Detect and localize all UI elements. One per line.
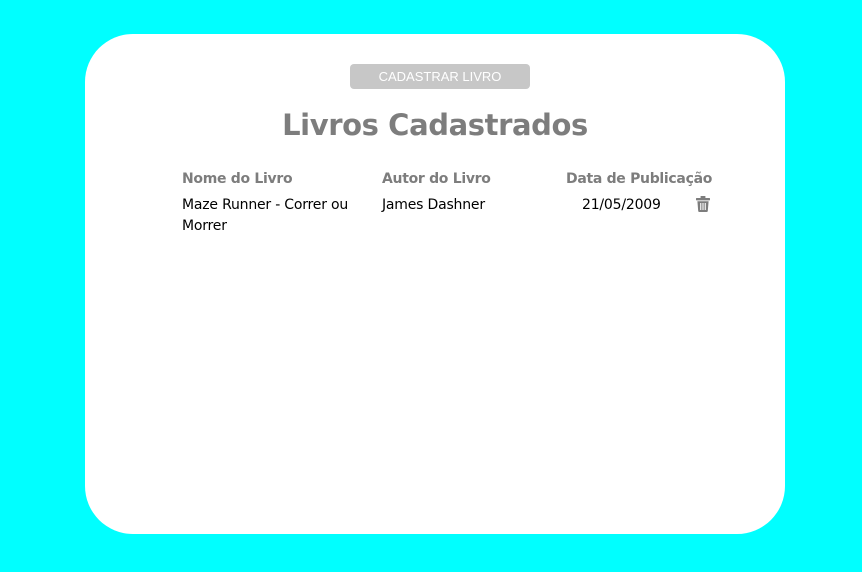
table-row: Maze Runner - Correr ou Morrer James Das… (182, 195, 722, 245)
trash-icon[interactable] (696, 196, 710, 212)
page-title: Livros Cadastrados (282, 108, 588, 142)
column-header-name: Nome do Livro (182, 171, 293, 187)
book-author-cell: James Dashner (382, 197, 485, 213)
books-card: CADASTRAR LIVRO Livros Cadastrados Nome … (85, 34, 785, 534)
column-header-date: Data de Publicação (566, 171, 713, 187)
book-name-cell: Maze Runner - Correr ou Morrer (182, 197, 349, 234)
column-header-author: Autor do Livro (382, 171, 491, 187)
add-book-button[interactable]: CADASTRAR LIVRO (350, 64, 530, 89)
book-date-cell: 21/05/2009 (582, 197, 661, 213)
